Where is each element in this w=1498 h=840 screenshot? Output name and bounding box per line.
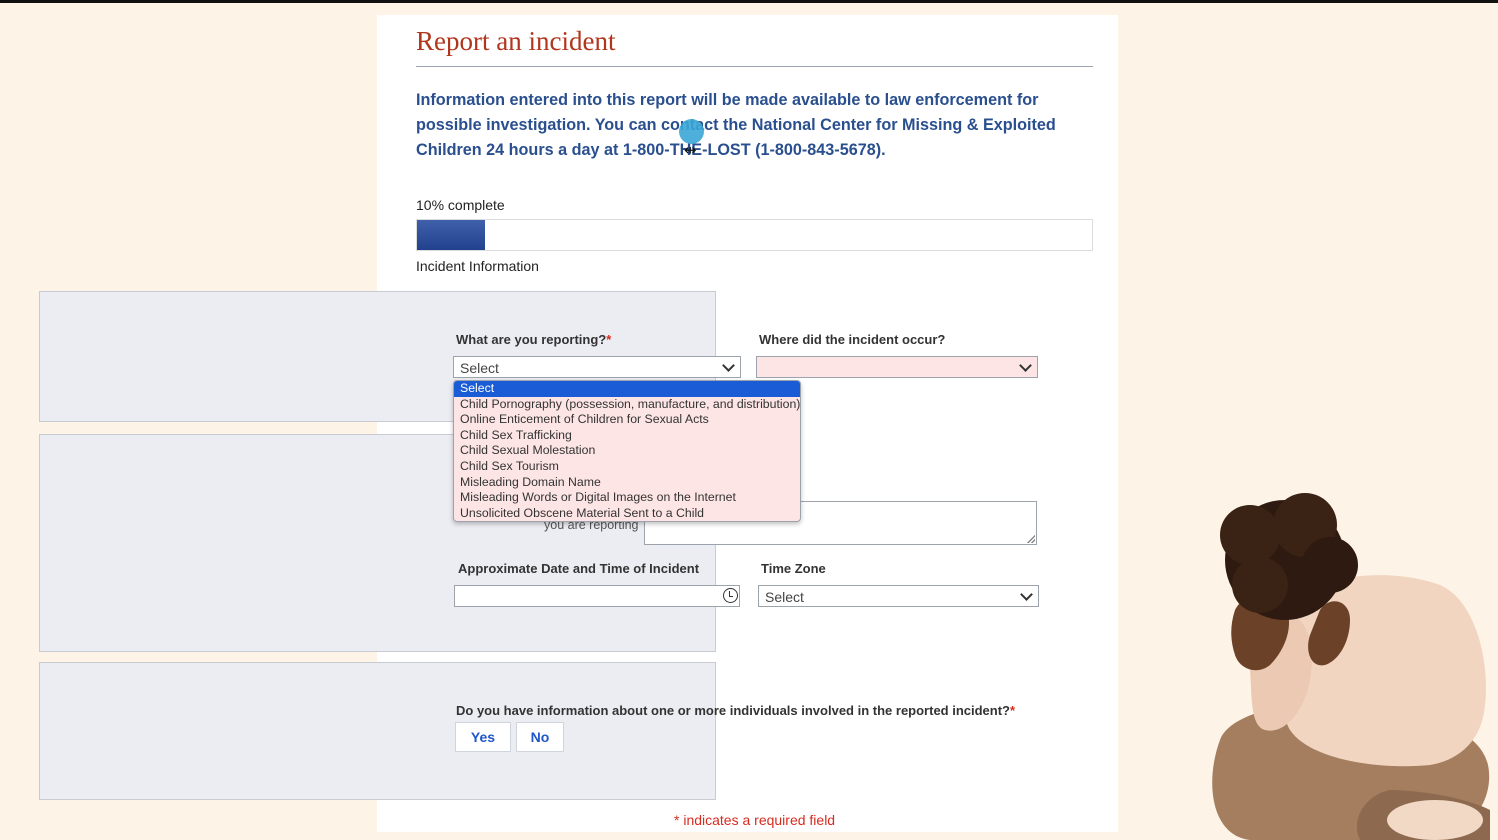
dropdown-option[interactable]: Unsolicited Obscene Material Sent to a C… <box>454 506 800 521</box>
dropdown-option[interactable]: Misleading Words or Digital Images on th… <box>454 490 800 506</box>
datetime-label: Approximate Date and Time of Incident <box>458 561 700 576</box>
chevron-down-icon <box>722 359 735 372</box>
top-edge-bar <box>0 0 1498 3</box>
no-button[interactable]: No <box>516 722 564 752</box>
progress-label: 10% complete <box>416 197 505 213</box>
reporting-label: What are you reporting?* <box>456 332 611 347</box>
dropdown-option[interactable]: Online Enticement of Children for Sexual… <box>454 412 800 428</box>
timezone-select[interactable]: Select <box>758 585 1039 607</box>
clock-icon[interactable] <box>723 588 738 603</box>
individuals-panel <box>39 662 716 800</box>
dropdown-option[interactable]: Child Pornography (possession, manufactu… <box>454 397 800 413</box>
law-enforcement-notice: Information entered into this report wil… <box>416 91 1056 159</box>
title-divider <box>416 66 1093 67</box>
resize-handle-icon[interactable] <box>1027 535 1035 543</box>
reporting-select[interactable]: Select <box>453 356 741 378</box>
section-label: Incident Information <box>416 258 539 274</box>
distressed-child-illustration <box>1212 493 1490 840</box>
dropdown-option[interactable]: Child Sex Tourism <box>454 459 800 475</box>
resize-cursor-icon: ⇹ <box>684 142 697 159</box>
timezone-select-value: Select <box>765 589 804 605</box>
required-asterisk: * <box>1010 703 1016 718</box>
individuals-question: Do you have information about one or mor… <box>456 703 1015 718</box>
progress-bar-fill <box>417 220 485 250</box>
chevron-down-icon <box>1019 359 1032 372</box>
reporting-dropdown-list[interactable]: Select Child Pornography (possession, man… <box>453 380 801 522</box>
reporting-select-value: Select <box>460 360 499 376</box>
reporting-label-text: What are you reporting? <box>456 332 607 347</box>
individuals-question-text: Do you have information about one or mor… <box>456 703 1010 718</box>
location-label: Where did the incident occur? <box>759 332 946 347</box>
required-field-note: * indicates a required field <box>674 812 836 828</box>
datetime-input[interactable] <box>454 585 740 607</box>
required-asterisk: * <box>606 332 612 347</box>
progress-bar <box>416 219 1093 251</box>
yes-button[interactable]: Yes <box>455 722 511 752</box>
location-select[interactable] <box>756 356 1038 378</box>
timezone-label: Time Zone <box>761 561 826 576</box>
dropdown-option[interactable]: Child Sex Trafficking <box>454 428 800 444</box>
dropdown-option[interactable]: Child Sexual Molestation <box>454 443 800 459</box>
dropdown-option[interactable]: Misleading Domain Name <box>454 475 800 491</box>
page-title: Report an incident <box>416 26 616 56</box>
chevron-down-icon <box>1020 588 1033 601</box>
dropdown-option[interactable]: Select <box>454 381 800 397</box>
